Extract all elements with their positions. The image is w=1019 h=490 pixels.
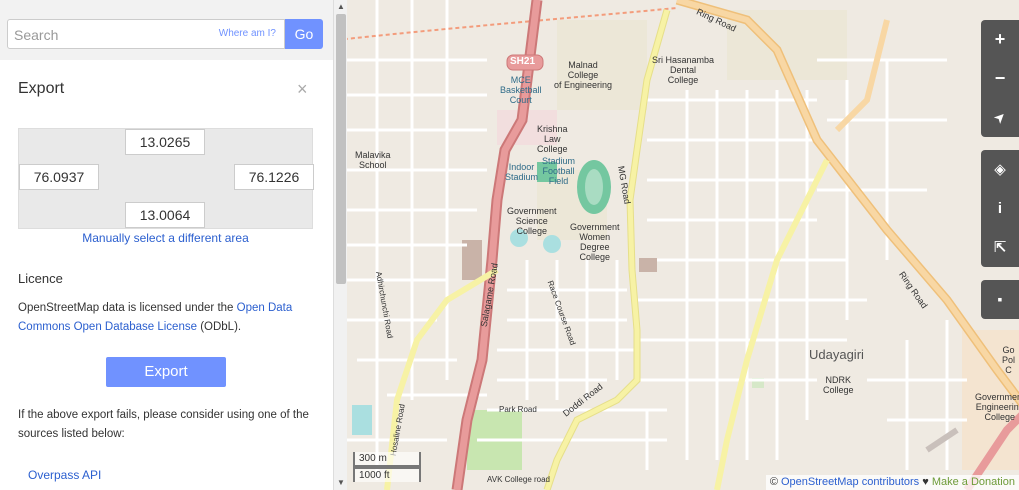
water-area (352, 405, 372, 435)
copyright-symbol: © (769, 476, 781, 488)
govt-poly-label: Go Pol C (1002, 345, 1016, 375)
app-root: Where am I? Go Export × 13.0265 76.0937 … (0, 0, 1019, 490)
sidebar: Where am I? Go Export × 13.0265 76.0937 … (0, 0, 333, 490)
sidebar-scrollbar[interactable]: ▲ ▼ (333, 0, 347, 490)
govt-science-label: Government Science College (507, 206, 557, 236)
osm-contributors-link[interactable]: OpenStreetMap contributors (781, 476, 919, 488)
heart-icon: ♥ (919, 476, 932, 488)
map-attribution: © OpenStreetMap contributors ♥ Make a Do… (765, 475, 1019, 490)
ndrk-college-label: NDRK College (823, 375, 854, 395)
east-coordinate-field[interactable]: 76.1226 (234, 164, 314, 190)
overpass-api-link[interactable]: Overpass API (28, 468, 101, 482)
udayagiri-label: Udayagiri (809, 347, 864, 362)
panel-title: Export (18, 80, 65, 97)
share-icon[interactable]: ⇱ (981, 228, 1019, 267)
krishna-law-label: Krishna Law College (537, 124, 568, 154)
scroll-up-arrow-icon[interactable]: ▲ (334, 0, 348, 14)
sh21-label: SH21 (510, 56, 536, 67)
south-coordinate-field[interactable]: 13.0064 (125, 202, 205, 228)
malnad-college-label: Malnad College of Engineering (554, 60, 613, 90)
building-block (925, 427, 959, 453)
west-coordinate-field[interactable]: 76.0937 (19, 164, 99, 190)
map-canvas[interactable]: SH21 MCE Basketball Court Malnad College… (347, 0, 1019, 490)
info-icon[interactable]: i (981, 189, 1019, 228)
donate-link[interactable]: Make a Donation (932, 476, 1015, 488)
search-box: Where am I? (7, 19, 285, 49)
where-am-i-link[interactable]: Where am I? (219, 28, 276, 39)
export-button[interactable]: Export (106, 357, 226, 387)
govt-women-label: Government Women Degree College (570, 222, 620, 262)
govt-engineering-label: Government Engineering College (975, 392, 1019, 422)
building-block (639, 258, 657, 272)
scroll-down-arrow-icon[interactable]: ▼ (334, 476, 348, 490)
export-fail-text: If the above export fails, please consid… (18, 409, 309, 440)
map-tools-controls: ◈ i ⇱ (981, 150, 1019, 267)
park-road-label: Park Road (499, 405, 537, 414)
mce-court-label: MCE Basketball Court (500, 75, 542, 105)
zoom-controls: + − ➤ (981, 20, 1019, 137)
stadium-field-label: Stadium Football Field (542, 156, 576, 186)
close-icon[interactable]: × (297, 80, 308, 98)
search-bar: Where am I? Go (0, 0, 333, 60)
pond (543, 235, 561, 253)
scale-imperial: 1000 ft (353, 467, 421, 482)
bounding-box-area: 13.0265 76.0937 76.1226 13.0064 (18, 128, 314, 229)
scroll-thumb[interactable] (336, 14, 346, 284)
licence-heading: Licence (18, 271, 63, 286)
zoom-in-button[interactable]: + (981, 20, 1019, 59)
note-controls: ▪ (981, 280, 1019, 319)
add-note-icon[interactable]: ▪ (981, 280, 1019, 319)
search-input[interactable] (14, 26, 204, 44)
north-coordinate-field[interactable]: 13.0265 (125, 129, 205, 155)
indoor-stadium-label: Indoor Stadium (505, 162, 539, 182)
licence-suffix: (ODbL). (197, 321, 242, 333)
stadium-field (585, 169, 603, 205)
go-button[interactable]: Go (285, 19, 323, 49)
yellow-road-east (714, 158, 830, 490)
malavika-school-label: Malavika School (355, 150, 391, 170)
sri-hasanamba-label: Sri Hasanamba Dental College (652, 55, 715, 85)
licence-text: OpenStreetMap data is licensed under the… (18, 299, 318, 337)
scale-bar: 300 m 1000 ft (353, 452, 421, 482)
licence-prefix: OpenStreetMap data is licensed under the (18, 302, 237, 314)
scale-metric: 300 m (353, 452, 421, 467)
avk-college-road-label: AVK College road (487, 475, 550, 484)
layers-icon[interactable]: ◈ (981, 150, 1019, 189)
manual-select-link[interactable]: Manually select a different area (18, 231, 313, 245)
